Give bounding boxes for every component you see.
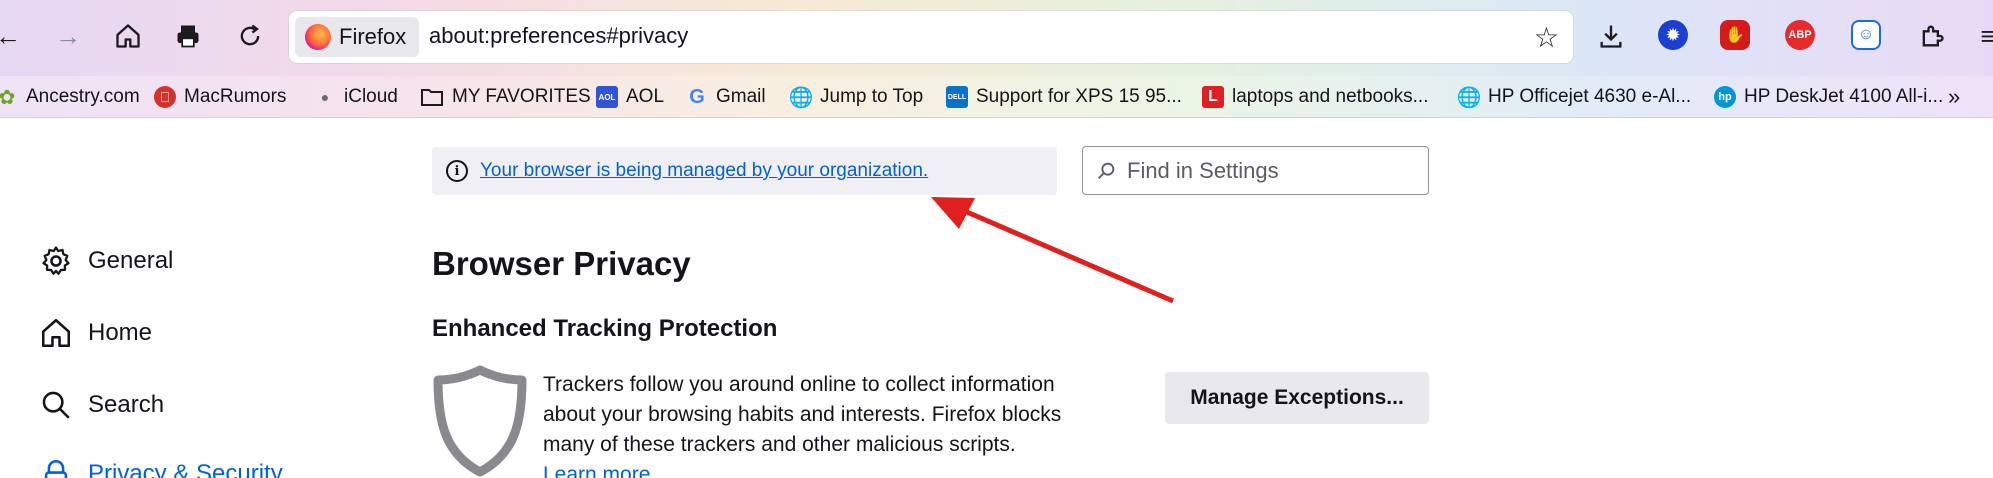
- l-icon: L: [1202, 86, 1224, 108]
- adblock-plus-icon[interactable]: ABP: [1785, 20, 1815, 50]
- page-title: Browser Privacy: [432, 245, 691, 282]
- bookmark-item[interactable]: AOL AOL: [596, 82, 664, 112]
- apple-icon: ●: [320, 89, 330, 105]
- navigation-toolbar: ← → Firefox about:preferences#privacy ☆ …: [0, 0, 1993, 76]
- extensions-button[interactable]: [1914, 18, 1950, 54]
- printer-icon: [177, 25, 199, 48]
- bookmarks-toolbar: ✿ Ancestry.com  MacRumors ● iCloud MY F…: [0, 76, 1993, 118]
- apple-red-icon: : [154, 86, 176, 108]
- lock-icon: [38, 456, 74, 478]
- aol-icon: AOL: [596, 86, 618, 108]
- url-text[interactable]: about:preferences#privacy: [429, 23, 688, 49]
- sidebar-item-privacy[interactable]: Privacy & Security: [38, 452, 283, 478]
- folder-icon: [421, 89, 443, 106]
- leaf-icon: ✿: [0, 86, 16, 109]
- blue-burst-extension-icon[interactable]: ✹: [1658, 20, 1688, 50]
- sidebar-item-home[interactable]: Home: [38, 311, 152, 355]
- google-icon: G: [689, 85, 705, 108]
- sidebar-item-general[interactable]: General: [38, 239, 173, 283]
- puzzle-icon: [1922, 25, 1944, 47]
- find-in-settings-input[interactable]: Find in Settings: [1082, 146, 1429, 195]
- home-button[interactable]: [110, 18, 146, 54]
- forward-icon[interactable]: →: [50, 18, 86, 54]
- identity-label: Firefox: [339, 24, 407, 49]
- bookmark-folder[interactable]: MY FAVORITES: [420, 82, 591, 112]
- home-icon: [38, 315, 74, 351]
- manage-exceptions-button[interactable]: Manage Exceptions...: [1165, 372, 1429, 424]
- learn-more-link[interactable]: Learn more: [543, 463, 650, 478]
- url-bar[interactable]: Firefox about:preferences#privacy ☆: [289, 11, 1573, 63]
- search-icon: [38, 387, 74, 423]
- bookmark-item[interactable]: ● iCloud: [314, 82, 398, 112]
- managed-policy-link[interactable]: Your browser is being managed by your or…: [480, 160, 928, 182]
- bookmark-item[interactable]: L laptops and netbooks...: [1202, 82, 1428, 112]
- search-placeholder: Find in Settings: [1127, 157, 1279, 183]
- managed-notice: i Your browser is being managed by your …: [432, 147, 1057, 195]
- tracking-description: Trackers follow you around online to col…: [543, 370, 1103, 478]
- reload-button[interactable]: [232, 18, 268, 54]
- info-icon: i: [446, 160, 468, 182]
- ublock-extension-icon[interactable]: ✋: [1720, 20, 1750, 50]
- arrow-shaft: [959, 206, 1174, 304]
- bookmark-item[interactable]:  MacRumors: [154, 82, 286, 112]
- arrow-head: [931, 197, 975, 229]
- bookmarks-overflow-icon[interactable]: »: [1948, 82, 1960, 112]
- bookmark-item[interactable]: 🌐 HP Officejet 4630 e-Al...: [1456, 82, 1692, 112]
- reload-icon: [240, 24, 260, 46]
- shield-icon: [433, 365, 527, 477]
- bookmark-star-icon[interactable]: ☆: [1534, 21, 1559, 54]
- sidebar-item-search[interactable]: Search: [38, 383, 164, 427]
- dell-icon: DELL: [946, 86, 968, 108]
- bookmark-item[interactable]: ✿ Ancestry.com: [0, 82, 140, 112]
- bookmark-item[interactable]: hp HP DeskJet 4100 All-i...: [1714, 82, 1943, 112]
- bookmark-item[interactable]: G Gmail: [686, 82, 765, 112]
- hp-icon: hp: [1714, 86, 1736, 108]
- gear-icon: [38, 243, 74, 279]
- chat-extension-icon[interactable]: ☺: [1851, 20, 1881, 50]
- section-title: Enhanced Tracking Protection: [432, 315, 778, 342]
- search-icon: [1098, 162, 1115, 179]
- firefox-logo-icon: [305, 24, 331, 50]
- firefox-window: ← → Firefox about:preferences#privacy ☆ …: [0, 0, 1993, 478]
- back-icon[interactable]: ←: [0, 18, 26, 54]
- globe-icon: 🌐: [1456, 86, 1482, 109]
- home-icon: [116, 24, 140, 48]
- download-icon: [1600, 25, 1622, 48]
- print-button[interactable]: [170, 18, 206, 54]
- downloads-button[interactable]: [1593, 18, 1629, 54]
- bookmark-item[interactable]: 🌐 Jump to Top: [788, 82, 924, 112]
- bookmark-item[interactable]: DELL Support for XPS 15 95...: [946, 82, 1182, 112]
- identity-box[interactable]: Firefox: [295, 17, 419, 57]
- globe-icon: 🌐: [788, 86, 814, 109]
- menu-icon[interactable]: ≡: [1970, 18, 1993, 54]
